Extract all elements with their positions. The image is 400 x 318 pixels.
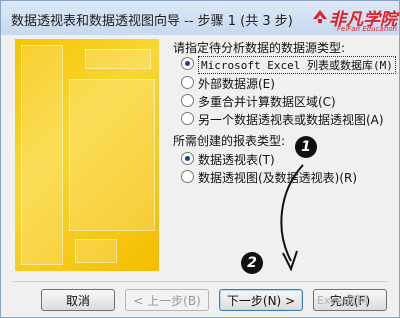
radio-label: Microsoft Excel 列表或数据库(M) [198, 56, 396, 74]
radio-button[interactable] [181, 112, 194, 125]
radio-label: 多重合并计算数据区域(C) [198, 95, 336, 109]
window-title: 数据透视表和数据透视图向导 -- 步骤 1 (共 3 步) [11, 14, 293, 29]
brand-logo-subtitle: FeiFan Education [337, 25, 398, 33]
radio-label: 另一个数据透视表或数据透视图(A) [198, 113, 384, 127]
radio-label: 外部数据源(E) [198, 77, 275, 91]
title-bar: 数据透视表和数据透视图向导 -- 步骤 1 (共 3 步) 非凡学院 FeiFa… [1, 1, 399, 35]
source-type-label: 请指定待分析数据的数据源类型: [173, 41, 346, 55]
watermark: Excel官网 [317, 294, 369, 307]
radio-button[interactable] [181, 57, 194, 70]
wizard-window: 数据透视表和数据透视图向导 -- 步骤 1 (共 3 步) 非凡学院 FeiFa… [0, 0, 400, 318]
cancel-button[interactable]: 取消 [41, 289, 115, 311]
back-button[interactable]: < 上一步(B) [125, 289, 209, 311]
radio-button[interactable] [181, 94, 194, 107]
step-marker-1: 1 [295, 136, 317, 158]
wizard-illustration [15, 39, 159, 271]
arrow-icon [280, 164, 304, 272]
report-type-label: 所需创建的报表类型: [173, 134, 286, 148]
brand-logo: 非凡学院 FeiFan Education [309, 3, 397, 37]
radio-button[interactable] [181, 76, 194, 89]
brand-logo-icon [313, 10, 327, 23]
radio-button[interactable] [181, 152, 194, 165]
divider [13, 281, 387, 282]
step-marker-2: 2 [241, 252, 263, 274]
radio-button[interactable] [181, 170, 194, 183]
next-button[interactable]: 下一步(N) > [219, 289, 303, 311]
